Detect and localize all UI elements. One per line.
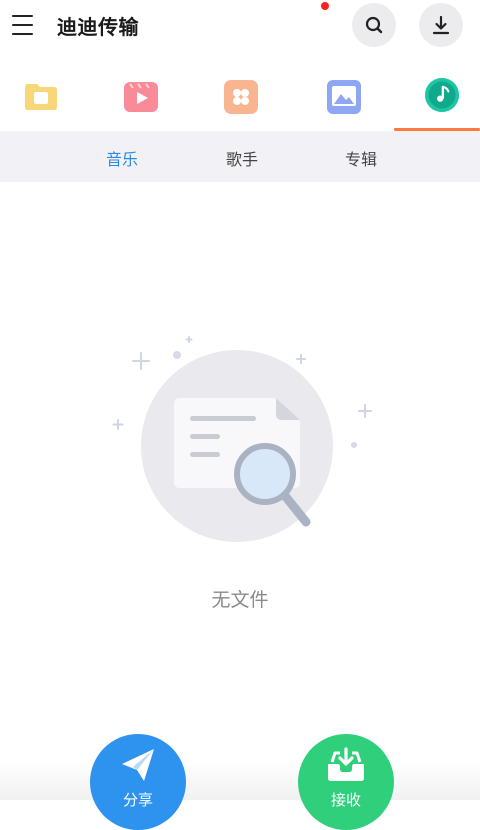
tab-videos[interactable] <box>100 70 196 130</box>
search-button[interactable] <box>352 3 396 47</box>
download-button[interactable] <box>419 3 463 47</box>
empty-state-text: 无文件 <box>211 589 269 611</box>
inbox-download-icon <box>328 747 364 781</box>
empty-file-search-icon <box>112 336 372 542</box>
tab-apps[interactable] <box>200 70 296 130</box>
receive-button[interactable]: 接收 <box>298 734 394 830</box>
subtab-artists[interactable]: 歌手 <box>226 146 258 170</box>
music-note-icon <box>424 77 460 113</box>
subtab-music[interactable]: 音乐 <box>106 146 138 170</box>
search-icon <box>365 16 383 34</box>
tab-music[interactable] <box>398 70 480 130</box>
tab-files[interactable] <box>0 70 96 130</box>
image-icon <box>327 80 361 114</box>
video-play-icon <box>124 82 158 112</box>
notification-dot <box>321 2 329 10</box>
app-header: 迪迪传输 <box>0 0 480 52</box>
menu-icon[interactable] <box>10 12 36 38</box>
apps-grid-icon <box>224 80 258 114</box>
send-icon <box>122 749 154 781</box>
share-button[interactable]: 分享 <box>90 734 186 830</box>
download-icon <box>432 15 450 35</box>
subtab-albums[interactable]: 专辑 <box>345 146 377 170</box>
category-tabs <box>0 70 480 131</box>
folder-icon <box>25 84 57 110</box>
sub-tabs: 音乐 歌手 专辑 <box>0 131 480 182</box>
tab-images[interactable] <box>303 70 399 130</box>
bottom-bar <box>0 760 480 800</box>
app-title: 迪迪传输 <box>57 15 139 39</box>
